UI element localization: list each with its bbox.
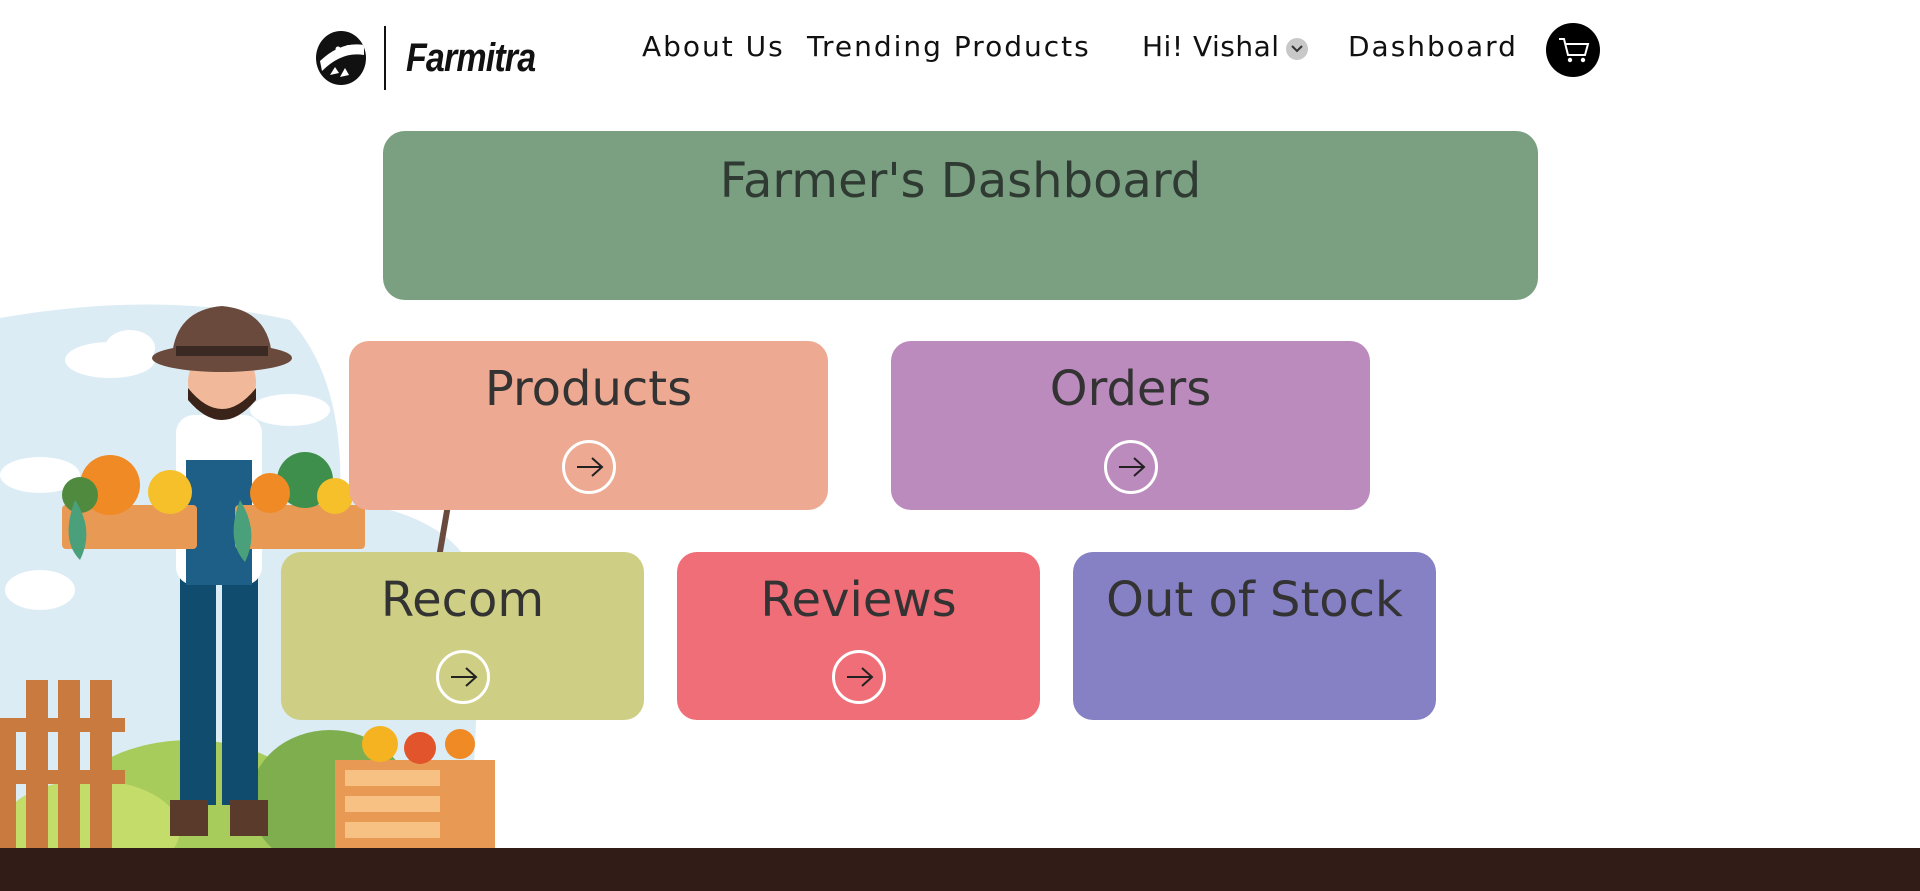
dashboard-banner: Farmer's Dashboard [383, 131, 1538, 300]
chevron-down-icon[interactable] [1285, 37, 1308, 60]
user-greeting: Hi! Vishal [1142, 30, 1280, 63]
card-title: Out of Stock [1106, 572, 1403, 628]
cart-button[interactable] [1546, 23, 1600, 77]
card-title: Orders [1049, 361, 1212, 417]
nav-about-us[interactable]: About Us [642, 30, 785, 63]
arrow-right-icon[interactable] [561, 440, 616, 494]
card-recom[interactable]: Recom [281, 552, 644, 720]
card-orders[interactable]: Orders [891, 341, 1370, 510]
brand-name: Farmitra [406, 35, 536, 80]
logo-divider [384, 26, 386, 90]
footer-bar [0, 848, 1920, 891]
nav-trending-products[interactable]: Trending Products [807, 30, 1091, 63]
arrow-right-icon[interactable] [831, 650, 886, 704]
card-out-of-stock[interactable]: Out of Stock [1073, 552, 1436, 720]
page-title: Farmer's Dashboard [719, 153, 1202, 209]
cart-icon [1559, 38, 1590, 63]
brand-logo[interactable]: Farmitra [316, 26, 558, 90]
arrow-right-icon[interactable] [435, 650, 490, 704]
nav-dashboard[interactable]: Dashboard [1348, 30, 1518, 63]
card-products[interactable]: Products [349, 341, 828, 510]
card-title: Reviews [760, 572, 957, 628]
card-reviews[interactable]: Reviews [677, 552, 1040, 720]
arrow-right-icon[interactable] [1103, 440, 1158, 494]
farmitra-logo-icon [316, 31, 366, 85]
user-menu[interactable]: Hi! Vishal [1142, 30, 1308, 63]
card-title: Products [484, 361, 693, 417]
card-title: Recom [380, 572, 545, 628]
